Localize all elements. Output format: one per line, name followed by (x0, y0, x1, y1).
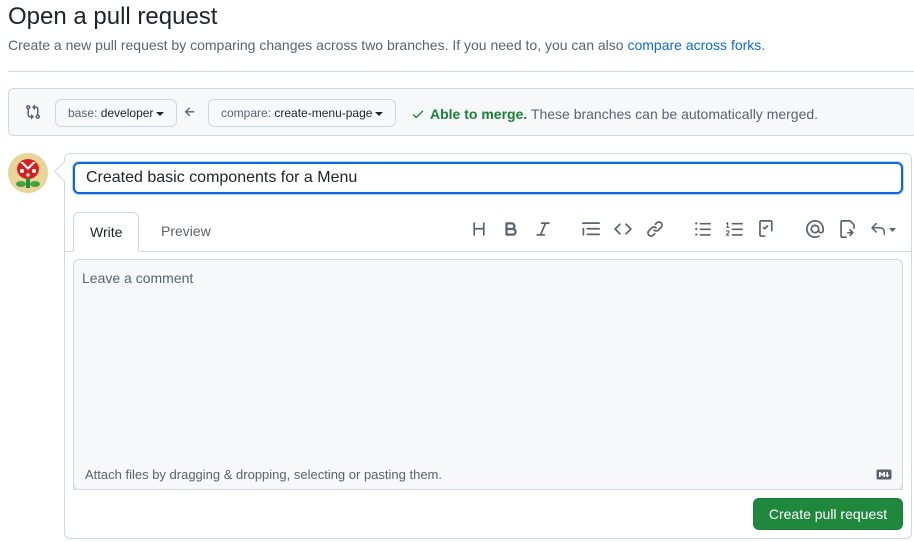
comment-textarea[interactable] (74, 260, 902, 489)
git-compare-icon (26, 104, 41, 120)
arrow-left-icon (184, 107, 195, 117)
cross-reference-icon[interactable] (838, 220, 856, 238)
compare-branch-name: create-menu-page (274, 106, 373, 120)
caret-down-icon (375, 111, 384, 116)
compare-prefix: compare: (221, 106, 272, 120)
link-icon[interactable] (646, 220, 664, 238)
avatar[interactable] (8, 153, 48, 193)
bold-icon[interactable] (502, 220, 520, 238)
base-branch-select[interactable]: base: developer (55, 99, 178, 127)
pull-request-form: Write Preview Attach fil (64, 153, 912, 539)
heading-icon[interactable] (470, 220, 488, 238)
editor-tab-strip: Write Preview (65, 212, 911, 252)
caret-down-icon (156, 111, 165, 116)
branch-range-bar: base: developer compare: create-menu-pag… (8, 88, 914, 136)
piranha-plant-avatar-icon (8, 153, 48, 193)
compare-branch-select[interactable]: compare: create-menu-page (208, 99, 397, 127)
saved-replies-icon[interactable] (870, 220, 898, 238)
tab-write[interactable]: Write (73, 212, 140, 252)
code-icon[interactable] (614, 220, 632, 238)
tab-preview[interactable]: Preview (145, 212, 227, 251)
base-prefix: base: (68, 106, 98, 120)
mention-icon[interactable] (805, 219, 824, 239)
unordered-list-icon[interactable] (694, 220, 712, 238)
merge-detail-text: These branches can be automatically merg… (530, 106, 819, 122)
merge-ok-text: Able to merge. (430, 106, 528, 122)
attach-files-hint: Attach files by dragging & dropping, sel… (85, 467, 442, 482)
check-icon (412, 110, 424, 119)
pr-title-input[interactable] (73, 162, 903, 194)
header-divider (8, 71, 914, 72)
attach-files-bar[interactable]: Attach files by dragging & dropping, sel… (73, 460, 903, 490)
ordered-list-icon[interactable] (726, 220, 744, 238)
markdown-icon[interactable] (876, 469, 892, 480)
subtitle-text: Create a new pull request by comparing c… (8, 37, 628, 53)
base-branch-name: developer (100, 106, 154, 120)
create-pull-request-button[interactable]: Create pull request (753, 498, 903, 530)
quote-icon[interactable] (582, 220, 600, 238)
subtitle-end: . (761, 37, 766, 53)
italic-icon[interactable] (534, 220, 552, 238)
comment-area (73, 259, 903, 490)
task-list-icon[interactable] (758, 220, 776, 238)
page-subtitle: Create a new pull request by comparing c… (8, 37, 765, 53)
merge-status: Able to merge. These branches can be aut… (411, 106, 818, 122)
page-title: Open a pull request (8, 3, 218, 30)
compare-across-forks-link[interactable]: compare across forks (627, 37, 761, 53)
